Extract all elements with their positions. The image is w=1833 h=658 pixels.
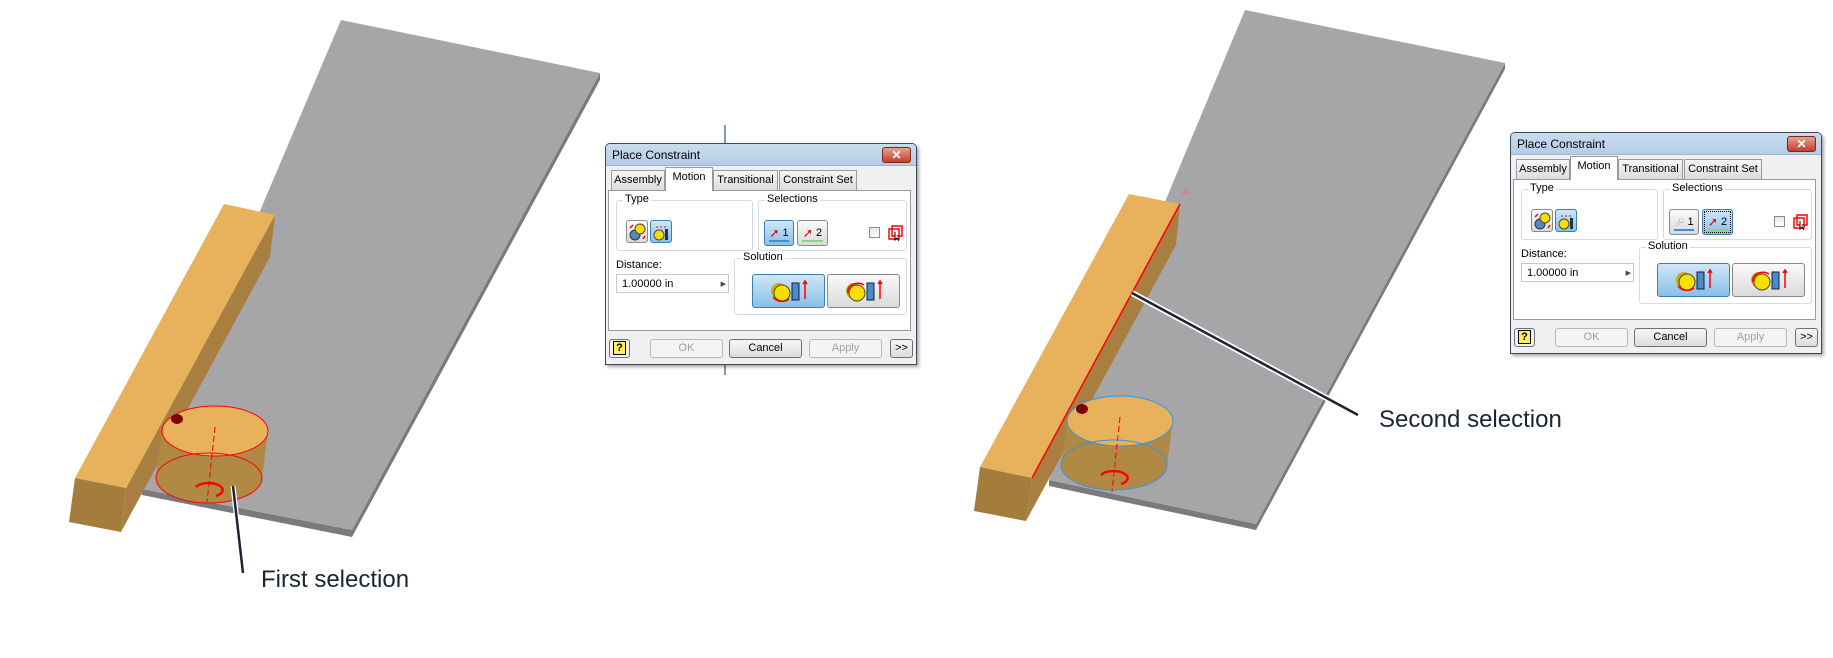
tab-motion[interactable]: Motion [665,167,713,191]
spin-arrow-icon[interactable]: ▶ [721,280,726,288]
selection-2-color [802,240,823,242]
forward-solution-icon [1675,268,1713,292]
place-constraint-dialog-first: Place Constraint ✕ Assembly Motion Trans… [605,143,917,365]
cancel-button[interactable]: Cancel [729,339,802,358]
tab-assembly[interactable]: Assembly [611,170,665,190]
type-rotation-translation-button[interactable] [1555,209,1577,232]
dialog-title: Place Constraint [612,148,701,162]
close-button[interactable]: ✕ [882,147,911,163]
selection-2-button[interactable]: ➚ 2 [1702,209,1733,235]
rotation-type-icon [1534,212,1551,229]
selection-2-label: 2 [815,227,823,239]
pin-marker [1076,404,1088,414]
close-button[interactable]: ✕ [1787,136,1816,152]
tab-assembly[interactable]: Assembly [1516,159,1570,179]
selections-label: Selections [765,193,820,205]
caption-second-selection: Second selection [1379,406,1562,433]
dialog-title-bar[interactable]: Place Constraint ✕ [1511,133,1821,155]
rotation-type-icon [629,223,646,240]
type-rotation-button[interactable] [1531,209,1553,232]
selection-1-button[interactable]: ➚ 1 [764,220,794,246]
solution-forward-button[interactable] [752,274,825,308]
pick-part-first-icon [888,225,903,241]
close-x-icon: ✕ [891,148,902,162]
type-rotation-translation-button[interactable] [650,220,672,243]
dialog-title: Place Constraint [1517,137,1606,151]
pin-marker [171,414,183,424]
distance-value: 1.00000 in [622,278,674,290]
reverse-solution-icon [845,279,883,302]
spin-arrow-icon[interactable]: ▶ [1626,269,1631,277]
type-rotation-button[interactable] [626,220,648,243]
close-x-icon: ✕ [1796,137,1807,151]
help-button[interactable]: ? [1514,328,1535,347]
selection-2-label: 2 [1720,216,1728,228]
selections-label: Selections [1670,182,1725,194]
distance-input[interactable]: 1.00000 in ▶ [616,274,729,293]
solution-forward-button[interactable] [1657,263,1730,297]
ok-button[interactable]: OK [650,339,723,358]
select-arrow-icon: ➚ [769,226,780,240]
caption-first-selection: First selection [261,566,410,593]
type-label: Type [623,193,651,205]
pick-part-first-checkbox[interactable] [869,227,880,238]
selection-1-color [1674,229,1694,231]
selection-2-button[interactable]: ➚ 2 [797,220,828,246]
selection-1-button[interactable]: ➚ 1 [1669,209,1699,235]
select-arrow-icon: ➚ [1674,215,1685,229]
solution-reverse-button[interactable] [827,274,900,308]
distance-label: Distance: [616,259,662,271]
rotation-translation-type-icon [653,226,668,240]
pick-part-first-checkbox[interactable] [1774,216,1785,227]
selection-1-label: 1 [1687,216,1694,228]
tab-constraint-set[interactable]: Constraint Set [1684,159,1762,179]
selection-1-color [769,240,789,242]
forward-solution-icon [770,279,808,303]
assembly-view-first [69,20,600,574]
tab-constraint-set[interactable]: Constraint Set [779,170,857,190]
distance-label: Distance: [1521,248,1567,260]
ok-button[interactable]: OK [1555,328,1628,347]
type-label: Type [1528,182,1556,194]
select-arrow-icon: ➚ [1707,215,1718,229]
more-button[interactable]: >> [1795,328,1818,347]
tab-motion[interactable]: Motion [1570,156,1618,180]
assembly-view-second [974,10,1505,530]
pick-part-first-icon [1793,214,1808,230]
tab-transitional[interactable]: Transitional [713,170,778,190]
cancel-button[interactable]: Cancel [1634,328,1707,347]
apply-button[interactable]: Apply [1714,328,1787,347]
solution-label: Solution [1646,240,1690,252]
solution-reverse-button[interactable] [1732,263,1805,297]
help-icon: ? [613,341,626,355]
solution-label: Solution [741,251,785,263]
more-button[interactable]: >> [890,339,913,358]
reverse-solution-icon [1750,268,1788,291]
selection-2-color [1707,229,1728,231]
select-arrow-icon: ➚ [802,226,813,240]
selection-1-label: 1 [782,227,789,239]
tab-transitional[interactable]: Transitional [1618,159,1683,179]
rotation-translation-type-icon [1558,215,1573,229]
place-constraint-dialog-second: Place Constraint ✕ Assembly Motion Trans… [1510,132,1822,354]
dialog-title-bar[interactable]: Place Constraint ✕ [606,144,916,166]
help-icon: ? [1518,330,1531,344]
distance-input[interactable]: 1.00000 in ▶ [1521,263,1634,282]
distance-value: 1.00000 in [1527,267,1579,279]
apply-button[interactable]: Apply [809,339,882,358]
help-button[interactable]: ? [609,339,630,358]
